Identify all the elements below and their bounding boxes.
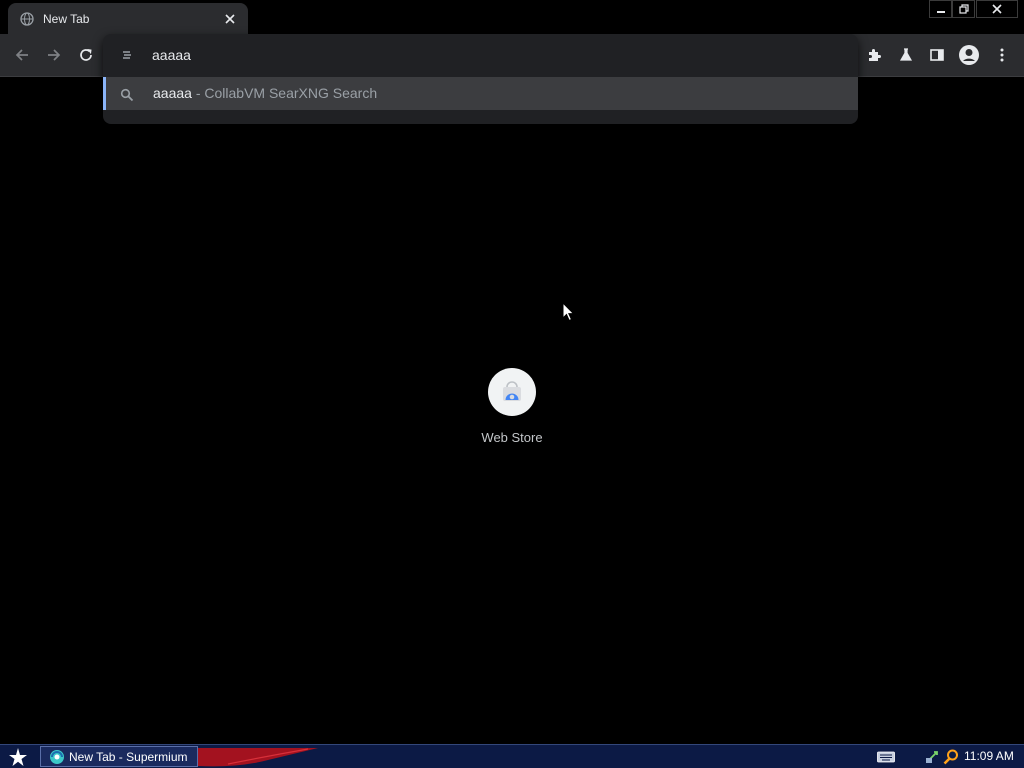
reload-button[interactable] xyxy=(74,43,98,67)
taskbar-clock[interactable]: 11:09 AM xyxy=(964,749,1014,763)
taskbar: New Tab - Supermium 11:09 AM xyxy=(0,744,1024,768)
omnibox-popup: aaaaa - CollabVM SearXNG Search xyxy=(103,34,858,124)
suggestion-text: aaaaa - CollabVM SearXNG Search xyxy=(153,85,377,101)
minimize-icon xyxy=(936,11,945,13)
taskbar-item-browser[interactable]: New Tab - Supermium xyxy=(40,746,198,767)
avatar-icon xyxy=(959,45,979,65)
forward-button[interactable] xyxy=(42,43,66,67)
browser-app-icon xyxy=(49,749,65,765)
keyboard-icon[interactable] xyxy=(877,751,895,763)
suggestion-source: CollabVM SearXNG Search xyxy=(204,85,378,101)
menu-button[interactable] xyxy=(990,43,1014,67)
close-window-button[interactable] xyxy=(976,0,1018,18)
globe-icon xyxy=(20,11,34,26)
taskbar-decoration xyxy=(198,748,318,767)
arrow-left-icon xyxy=(15,49,28,61)
start-button[interactable] xyxy=(4,746,32,768)
tab-new-tab[interactable]: New Tab xyxy=(8,3,248,34)
mouse-cursor-icon xyxy=(562,302,575,322)
suggestion-query: aaaaa xyxy=(153,85,192,101)
shortcut-web-store[interactable]: Web Store xyxy=(470,368,554,452)
start-star-icon xyxy=(9,748,27,766)
profile-button[interactable] xyxy=(957,43,981,67)
magnifier-icon[interactable] xyxy=(942,748,960,766)
extensions-button[interactable] xyxy=(862,43,886,67)
web-store-icon xyxy=(503,381,521,401)
close-icon xyxy=(992,4,1002,14)
search-icon xyxy=(120,88,134,102)
page-info-icon[interactable] xyxy=(119,47,135,63)
network-icon[interactable] xyxy=(924,749,940,765)
tab-title: New Tab xyxy=(43,11,90,26)
restore-button[interactable] xyxy=(952,0,975,18)
side-panel-icon xyxy=(930,49,944,61)
close-tab-icon[interactable] xyxy=(222,11,238,27)
arrow-right-icon xyxy=(48,49,61,61)
flask-icon xyxy=(899,48,913,61)
taskbar-item-label: New Tab - Supermium xyxy=(69,749,188,764)
labs-button[interactable] xyxy=(894,43,918,67)
kebab-menu-icon xyxy=(1000,48,1004,62)
minimize-button[interactable] xyxy=(929,0,952,18)
back-button[interactable] xyxy=(10,43,34,67)
omnibox-input-row xyxy=(103,34,858,77)
puzzle-icon xyxy=(869,49,881,61)
shortcut-tile xyxy=(488,368,536,416)
address-bar-input[interactable] xyxy=(152,45,842,65)
title-bar: New Tab xyxy=(0,0,1024,34)
shortcut-label: Web Store xyxy=(481,430,543,445)
suggestion-separator: - xyxy=(191,85,205,101)
omnibox-suggestion[interactable]: aaaaa - CollabVM SearXNG Search xyxy=(103,77,858,110)
restore-icon xyxy=(958,4,969,14)
reload-icon xyxy=(80,49,92,61)
side-panel-button[interactable] xyxy=(925,43,949,67)
